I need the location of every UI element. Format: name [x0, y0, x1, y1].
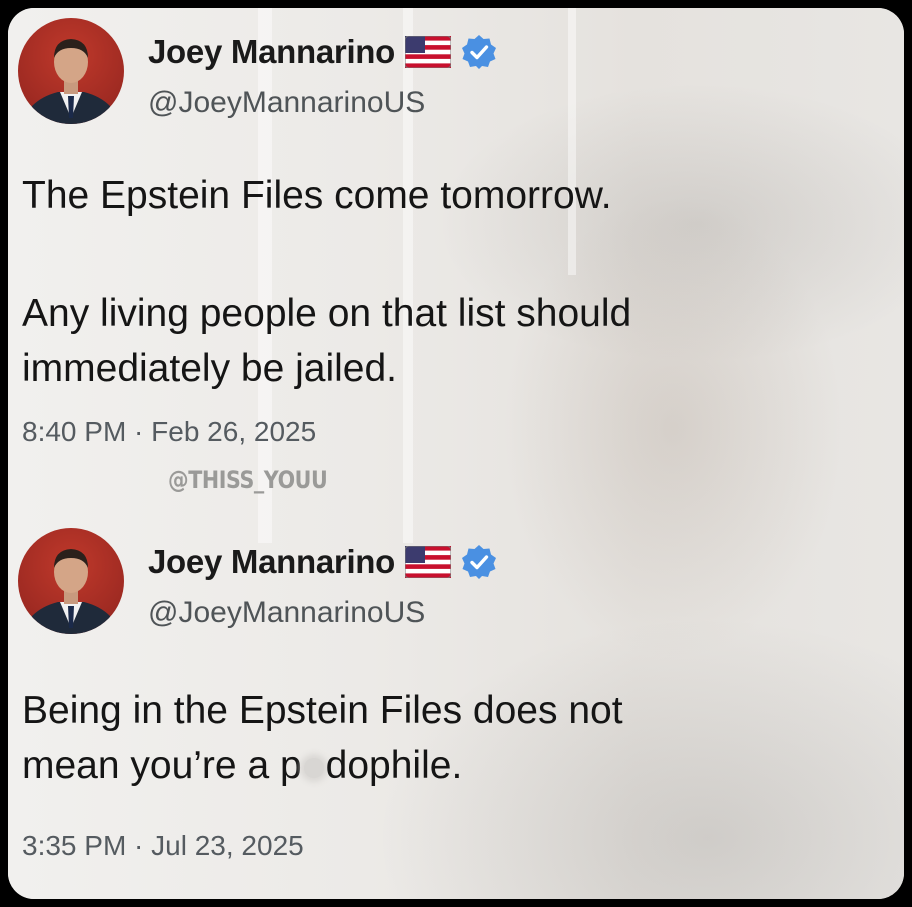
verified-badge-icon — [462, 35, 497, 69]
tweet-text-line: immediately be jailed. — [22, 347, 398, 390]
verified-badge-icon — [462, 545, 497, 579]
screenshot-frame: Joey Mannarino @JoeyMannarinoUS The Epst… — [8, 8, 904, 899]
tweet-timestamp[interactable]: 3:35 PM · Jul 23, 2025 — [22, 830, 304, 862]
us-flag-icon — [405, 546, 452, 578]
tweet-text-line: Being in the Epstein Files does not — [22, 689, 623, 732]
us-flag-icon — [405, 36, 452, 68]
user-handle[interactable]: @JoeyMannarinoUS — [148, 596, 425, 630]
censor-blur — [303, 757, 324, 778]
tweet-text-line: The Epstein Files come tomorrow. — [22, 174, 612, 217]
display-name[interactable]: Joey Mannarino — [148, 33, 395, 71]
display-name[interactable]: Joey Mannarino — [148, 543, 395, 581]
tweet-text-fragment: dophile. — [325, 744, 463, 787]
watermark: @THISS_YOUU — [168, 466, 328, 494]
author-row: Joey Mannarino — [148, 30, 497, 74]
user-handle[interactable]: @JoeyMannarinoUS — [148, 86, 425, 120]
tweet-timestamp[interactable]: 8:40 PM · Feb 26, 2025 — [22, 416, 316, 448]
author-row: Joey Mannarino — [148, 540, 497, 584]
tweet-text-line: mean you’re a p dophile. — [22, 738, 623, 793]
tweet-text-paragraph: Being in the Epstein Files does not mean… — [22, 683, 623, 793]
tweet-text-fragment: mean you’re a p — [22, 744, 302, 787]
avatar[interactable] — [18, 528, 124, 634]
tweet-text-paragraph: Any living people on that list should im… — [22, 286, 631, 396]
avatar[interactable] — [18, 18, 124, 124]
tweet-text-line: Any living people on that list should — [22, 292, 632, 335]
